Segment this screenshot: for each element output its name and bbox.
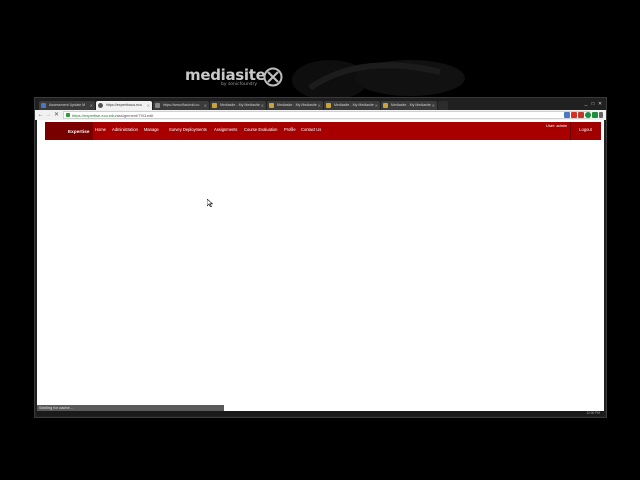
browser-tab[interactable]: Mediasite - My Mediasite ✕ — [267, 101, 323, 110]
mediasite-logo: mediasite by sonicfoundry — [185, 66, 266, 87]
extension-icon[interactable] — [578, 112, 584, 118]
status-text: Waiting for cache... — [39, 405, 74, 410]
watermark-swoosh — [292, 60, 465, 100]
site-brand: Expertise — [68, 129, 90, 134]
close-icon[interactable]: ✕ — [261, 101, 264, 110]
close-icon[interactable]: ✕ — [318, 101, 321, 110]
address-bar: ← → ✕ https://expertise.ecu.edu/assignme… — [35, 110, 606, 120]
extension-icon[interactable] — [585, 112, 591, 118]
nav-survey-deployments[interactable]: Survey Deployments — [169, 127, 207, 132]
extension-icon[interactable] — [571, 112, 577, 118]
nav-manage[interactable]: Manage — [144, 127, 159, 132]
browser-tab[interactable]: https://www.flashvid.co ✕ — [153, 101, 209, 110]
nav-course-evaluation[interactable]: Course Evaluation — [244, 127, 277, 132]
extension-icon[interactable] — [592, 112, 598, 118]
forward-icon[interactable]: → — [45, 111, 52, 119]
site-logo[interactable]: Expertise — [45, 122, 93, 140]
browser-tab[interactable]: Mediasite - My Mediasite ✕ — [210, 101, 266, 110]
nav-contact-us[interactable]: Contact Us — [301, 127, 321, 132]
minimize-button[interactable]: _ — [583, 102, 589, 107]
mediasite-favicon-icon — [326, 103, 331, 108]
clock: 12:00 PM — [586, 411, 600, 415]
maximize-button[interactable]: □ — [590, 102, 596, 107]
favicon-icon — [41, 103, 46, 108]
close-icon[interactable]: ✕ — [432, 101, 435, 110]
logout-container: Logout — [570, 122, 600, 140]
stop-icon[interactable]: ✕ — [53, 111, 60, 119]
close-window-button[interactable]: ✕ — [597, 102, 603, 107]
browser-tab-active[interactable]: https://expertlocus.ecu ✕ — [96, 101, 152, 110]
close-icon[interactable]: ✕ — [204, 101, 207, 110]
extension-icon[interactable] — [564, 112, 570, 118]
status-bar: Waiting for cache... — [37, 405, 224, 411]
back-icon[interactable]: ← — [37, 111, 44, 119]
status-strip — [37, 411, 604, 416]
mouse-pointer-icon — [207, 199, 213, 207]
browser-window: Assessment Update M ✕ https://expertlocus… — [34, 97, 607, 418]
user-label: User: admin — [546, 123, 567, 128]
tab-strip: Assessment Update M ✕ https://expertlocus… — [35, 100, 606, 110]
nav-profile[interactable]: Profile — [284, 127, 296, 132]
close-icon[interactable]: ✕ — [375, 101, 378, 110]
browser-tab[interactable]: Mediasite - My Mediasite ✕ — [324, 101, 380, 110]
mediasite-favicon-icon — [269, 103, 274, 108]
new-tab-button[interactable] — [438, 101, 448, 110]
favicon-icon — [155, 103, 160, 108]
nav-home[interactable]: Home — [95, 127, 106, 132]
mediasite-favicon-icon — [383, 103, 388, 108]
close-icon[interactable]: ✕ — [90, 101, 93, 110]
browser-tab[interactable]: Mediasite - My Mediasite ✕ — [381, 101, 437, 110]
lock-icon — [66, 113, 70, 117]
browser-tab[interactable]: Assessment Update M ✕ — [39, 101, 95, 110]
close-icon[interactable]: ✕ — [147, 101, 150, 110]
url-input[interactable]: https://expertise.ecu.edu/assignment/791… — [63, 111, 590, 119]
nav-administration[interactable]: Administration — [112, 127, 138, 132]
loading-icon — [98, 103, 103, 108]
logout-link[interactable]: Logout — [571, 127, 600, 132]
page-content: Expertise Home Administration Manage Sur… — [37, 120, 604, 416]
menu-icon[interactable] — [599, 112, 603, 118]
mediasite-byline: by sonicfoundry — [221, 82, 258, 87]
mediasite-favicon-icon — [212, 103, 217, 108]
mediasite-mark-icon — [263, 67, 283, 87]
nav-assignments[interactable]: Assignments — [214, 127, 237, 132]
site-header: Expertise Home Administration Manage Sur… — [45, 122, 601, 140]
